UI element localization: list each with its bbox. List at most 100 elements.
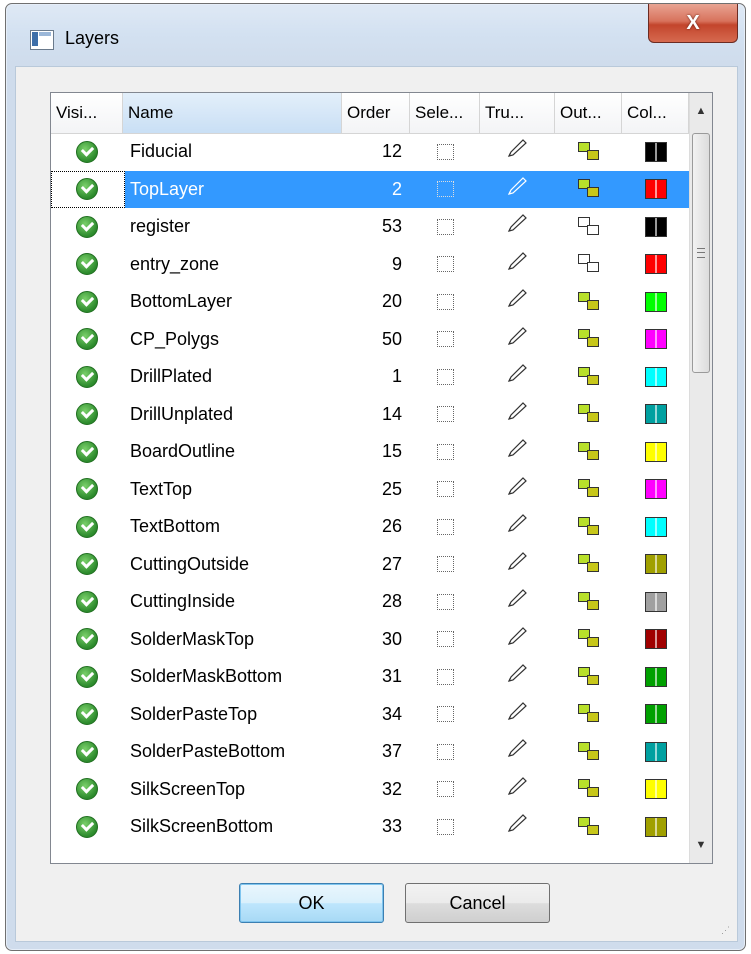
selectable-checkbox[interactable] bbox=[436, 481, 454, 498]
visible-check-icon[interactable] bbox=[76, 440, 98, 463]
outline-toggle-icon[interactable] bbox=[577, 254, 600, 274]
color-swatch[interactable] bbox=[644, 816, 667, 837]
color-cell[interactable] bbox=[622, 433, 689, 471]
pencil-icon[interactable] bbox=[506, 626, 530, 652]
selectable-checkbox[interactable] bbox=[436, 368, 454, 385]
outline-toggle-icon[interactable] bbox=[577, 779, 600, 799]
visible-cell[interactable] bbox=[51, 171, 123, 209]
outline-toggle-icon[interactable] bbox=[577, 554, 600, 574]
layers-list[interactable]: Visi... Name Order Sele... Tru... Out...… bbox=[50, 92, 713, 864]
table-row[interactable]: SolderPasteBottom 37 bbox=[51, 733, 689, 771]
pencil-icon[interactable] bbox=[506, 701, 530, 727]
visible-cell[interactable] bbox=[51, 133, 123, 171]
true-cell[interactable] bbox=[480, 321, 555, 359]
outline-toggle-icon[interactable] bbox=[577, 741, 600, 762]
visible-cell[interactable] bbox=[51, 546, 123, 584]
selectable-checkbox[interactable] bbox=[436, 293, 454, 310]
selectable-cell[interactable] bbox=[410, 771, 480, 809]
color-cell[interactable] bbox=[622, 208, 689, 246]
true-cell[interactable] bbox=[480, 471, 555, 509]
selectable-checkbox[interactable] bbox=[436, 143, 454, 160]
selectable-checkbox[interactable] bbox=[436, 593, 454, 610]
pencil-icon[interactable] bbox=[506, 664, 530, 689]
outline-toggle-icon[interactable] bbox=[577, 141, 600, 162]
selectable-cell[interactable] bbox=[410, 358, 480, 396]
visible-check-icon[interactable] bbox=[76, 140, 98, 163]
color-cell[interactable] bbox=[622, 658, 689, 696]
column-header-visible[interactable]: Visi... bbox=[51, 93, 123, 133]
pencil-icon[interactable] bbox=[506, 176, 530, 202]
visible-check-icon[interactable] bbox=[76, 290, 98, 313]
pencil-icon[interactable] bbox=[506, 739, 530, 764]
true-cell[interactable] bbox=[480, 171, 555, 209]
true-cell[interactable] bbox=[480, 358, 555, 396]
selectable-cell[interactable] bbox=[410, 733, 480, 771]
table-row[interactable]: TextTop 25 bbox=[51, 471, 689, 509]
pencil-icon[interactable] bbox=[506, 214, 530, 239]
visible-check-icon[interactable] bbox=[76, 553, 98, 576]
color-cell[interactable] bbox=[622, 583, 689, 621]
outline-toggle-icon[interactable] bbox=[577, 291, 600, 312]
outline-cell[interactable] bbox=[555, 171, 622, 209]
pencil-icon[interactable] bbox=[506, 439, 530, 464]
visible-cell[interactable] bbox=[51, 658, 123, 696]
true-cell[interactable] bbox=[480, 583, 555, 621]
ok-button[interactable]: OK bbox=[239, 883, 384, 923]
outline-cell[interactable] bbox=[555, 283, 622, 321]
outline-toggle-icon[interactable] bbox=[577, 179, 600, 199]
selectable-cell[interactable] bbox=[410, 808, 480, 846]
outline-toggle-icon[interactable] bbox=[577, 629, 600, 649]
selectable-cell[interactable] bbox=[410, 583, 480, 621]
visible-cell[interactable] bbox=[51, 696, 123, 734]
selectable-cell[interactable] bbox=[410, 508, 480, 546]
outline-cell[interactable] bbox=[555, 433, 622, 471]
visible-cell[interactable] bbox=[51, 771, 123, 809]
column-header-true[interactable]: Tru... bbox=[480, 93, 555, 133]
outline-cell[interactable] bbox=[555, 358, 622, 396]
outline-toggle-icon[interactable] bbox=[577, 329, 600, 349]
outline-toggle-icon[interactable] bbox=[577, 404, 600, 424]
table-row[interactable]: DrillUnplated 14 bbox=[51, 396, 689, 434]
selectable-cell[interactable] bbox=[410, 396, 480, 434]
true-cell[interactable] bbox=[480, 546, 555, 584]
visible-check-icon[interactable] bbox=[76, 515, 98, 538]
outline-toggle-icon[interactable] bbox=[577, 704, 600, 724]
selectable-checkbox[interactable] bbox=[436, 818, 454, 835]
true-cell[interactable] bbox=[480, 433, 555, 471]
color-cell[interactable] bbox=[622, 621, 689, 659]
table-row[interactable]: CuttingOutside 27 bbox=[51, 546, 689, 584]
visible-cell[interactable] bbox=[51, 396, 123, 434]
color-cell[interactable] bbox=[622, 546, 689, 584]
selectable-cell[interactable] bbox=[410, 471, 480, 509]
true-cell[interactable] bbox=[480, 658, 555, 696]
visible-check-icon[interactable] bbox=[76, 253, 98, 276]
color-cell[interactable] bbox=[622, 808, 689, 846]
visible-check-icon[interactable] bbox=[76, 740, 98, 763]
true-cell[interactable] bbox=[480, 246, 555, 284]
color-swatch[interactable] bbox=[644, 291, 667, 312]
outline-cell[interactable] bbox=[555, 808, 622, 846]
table-row[interactable]: register 53 bbox=[51, 208, 689, 246]
visible-check-icon[interactable] bbox=[76, 665, 98, 688]
outline-cell[interactable] bbox=[555, 133, 622, 171]
vertical-scrollbar[interactable]: ▲ ▼ bbox=[689, 93, 712, 863]
visible-check-icon[interactable] bbox=[76, 478, 98, 501]
true-cell[interactable] bbox=[480, 621, 555, 659]
selectable-checkbox[interactable] bbox=[436, 331, 454, 348]
outline-toggle-icon[interactable] bbox=[577, 516, 600, 537]
color-swatch[interactable] bbox=[644, 516, 667, 537]
table-row[interactable]: SolderMaskTop 30 bbox=[51, 621, 689, 659]
selectable-cell[interactable] bbox=[410, 283, 480, 321]
table-row[interactable]: Fiducial 12 bbox=[51, 133, 689, 171]
table-row[interactable]: CP_Polygs 50 bbox=[51, 321, 689, 359]
outline-cell[interactable] bbox=[555, 621, 622, 659]
visible-check-icon[interactable] bbox=[76, 778, 98, 801]
column-header-selectable[interactable]: Sele... bbox=[410, 93, 480, 133]
color-swatch[interactable] bbox=[644, 329, 667, 350]
pencil-icon[interactable] bbox=[506, 814, 530, 839]
pencil-icon[interactable] bbox=[506, 476, 530, 502]
selectable-checkbox[interactable] bbox=[436, 631, 454, 648]
visible-cell[interactable] bbox=[51, 321, 123, 359]
selectable-cell[interactable] bbox=[410, 133, 480, 171]
selectable-checkbox[interactable] bbox=[436, 256, 454, 273]
